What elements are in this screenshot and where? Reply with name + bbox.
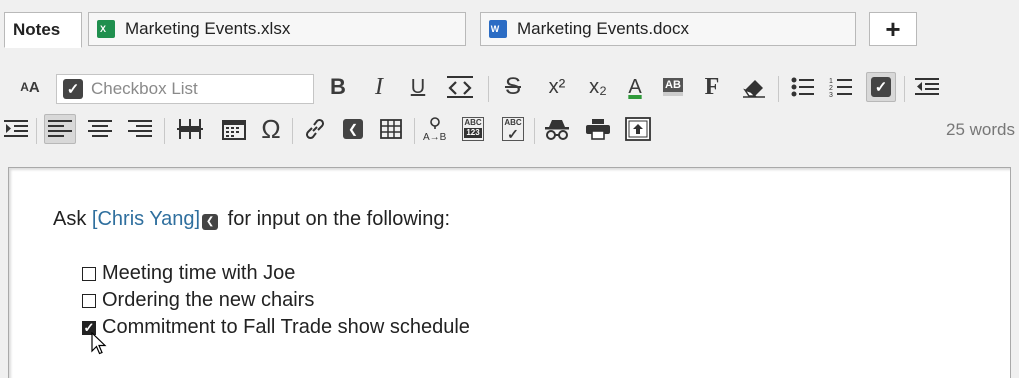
horizontal-rule-icon <box>177 119 203 139</box>
numbered-list-icon: 123 <box>829 78 852 98</box>
highlight-button[interactable]: AB <box>660 72 686 102</box>
italic-button[interactable]: I <box>366 72 392 102</box>
indent-button[interactable] <box>2 114 30 144</box>
toolbar-separator <box>488 76 489 102</box>
table-icon <box>380 119 402 139</box>
svg-text:1: 1 <box>829 78 833 85</box>
spell-check-icon: ABC ✓ <box>502 117 524 141</box>
superscript-button[interactable]: x² <box>542 72 572 102</box>
print-button[interactable] <box>582 114 614 144</box>
toolbar-separator <box>164 118 165 144</box>
svg-text:2: 2 <box>829 85 833 92</box>
tab-label: Marketing Events.docx <box>517 19 689 38</box>
underline-button[interactable]: U <box>406 72 430 102</box>
font-color-button[interactable]: A <box>622 72 648 102</box>
toolbar-separator <box>414 118 415 144</box>
export-button[interactable] <box>622 114 654 144</box>
checkbox-list-button[interactable]: ✓ <box>866 72 896 102</box>
align-center-icon <box>88 120 112 137</box>
tab-marketing-events-docx[interactable]: W Marketing Events.docx <box>480 12 856 46</box>
checklist-item-text: Ordering the new chairs <box>102 289 315 311</box>
checklist-item: Ordering the new chairs <box>82 289 314 312</box>
insert-mention-button[interactable]: ❮ <box>338 114 368 144</box>
spell-check-button[interactable]: ABC ✓ <box>498 114 528 144</box>
export-icon <box>625 117 651 141</box>
numbered-list-button[interactable]: 123 <box>826 72 856 102</box>
formatting-toolbar-row-1: AA ✓ Checkbox List B I U S x² x₂ A AB F … <box>0 72 1019 106</box>
insert-link-button[interactable] <box>300 114 330 144</box>
mention-menu-icon[interactable]: ❮ <box>202 214 219 230</box>
font-button[interactable]: F <box>700 72 724 102</box>
checkbox[interactable] <box>82 266 96 281</box>
hide-button[interactable] <box>540 114 574 144</box>
eraser-icon <box>743 80 765 98</box>
calendar-icon <box>222 120 246 140</box>
checkbox-list-icon: ✓ <box>871 77 891 97</box>
horizontal-rule-button[interactable] <box>174 114 206 144</box>
excel-icon: X <box>97 20 115 38</box>
insert-date-button[interactable] <box>218 114 250 144</box>
align-left-icon <box>48 120 72 137</box>
mention-link[interactable]: [Chris Yang] <box>92 208 200 230</box>
svg-text:3: 3 <box>829 92 833 98</box>
align-left-button[interactable] <box>44 114 76 144</box>
style-select-value: Checkbox List <box>91 79 198 98</box>
align-right-icon <box>128 120 152 137</box>
checklist-item: ✓ Commitment to Fall Trade show schedule <box>82 316 470 339</box>
tab-bar: Notes X Marketing Events.xlsx W Marketin… <box>0 0 1019 48</box>
printer-icon <box>586 119 610 140</box>
outdent-button[interactable] <box>912 72 942 102</box>
tab-label: Notes <box>13 20 61 39</box>
word-count-button[interactable]: ABC 123 <box>458 114 488 144</box>
subscript-button[interactable]: x₂ <box>584 72 612 102</box>
paragraph-text: Ask <box>53 208 92 230</box>
tab-label: Marketing Events.xlsx <box>125 19 291 38</box>
formatting-toolbar-row-2: Ω ❮ A→B ABC 123 ABC ✓ 25 words <box>0 114 1019 148</box>
word-count-label: 25 words <box>946 120 1015 139</box>
word-count-icon: ABC 123 <box>462 117 484 141</box>
bullet-list-button[interactable] <box>788 72 818 102</box>
strikethrough-button[interactable]: S <box>500 72 526 102</box>
toolbar-separator <box>292 118 293 144</box>
toolbar-separator <box>534 118 535 144</box>
toolbar-separator <box>36 118 37 144</box>
align-right-button[interactable] <box>124 114 156 144</box>
toolbar-separator <box>778 76 779 102</box>
special-characters-button[interactable]: Ω <box>256 114 286 144</box>
paragraph-style-select[interactable]: ✓ Checkbox List <box>56 74 314 104</box>
word-icon: W <box>489 20 507 38</box>
mention-icon: ❮ <box>343 119 363 139</box>
paragraph-text: for input on the following: <box>222 208 451 230</box>
checkbox-list-icon: ✓ <box>63 79 83 99</box>
link-icon <box>305 118 325 140</box>
toolbar-separator <box>904 76 905 102</box>
align-center-button[interactable] <box>84 114 116 144</box>
bold-button[interactable]: B <box>324 72 352 102</box>
mouse-pointer-icon <box>91 332 107 355</box>
checkbox[interactable] <box>82 293 96 308</box>
add-tab-button[interactable]: + <box>869 12 917 46</box>
clear-formatting-button[interactable] <box>740 72 768 102</box>
insert-table-button[interactable] <box>376 114 406 144</box>
font-color-icon: A <box>628 75 642 98</box>
bullet-list-icon <box>791 77 814 97</box>
font-size-button[interactable]: AA <box>18 72 42 102</box>
outdent-icon <box>915 78 939 95</box>
checklist-item-text: Meeting time with Joe <box>102 262 296 284</box>
code-icon <box>447 76 473 98</box>
highlight-icon: AB <box>663 78 683 96</box>
tab-marketing-events-xlsx[interactable]: X Marketing Events.xlsx <box>88 12 466 46</box>
code-button[interactable] <box>442 72 478 102</box>
indent-icon <box>4 120 28 137</box>
checklist-item-text: Commitment to Fall Trade show schedule <box>102 316 470 338</box>
tab-notes[interactable]: Notes <box>4 12 82 48</box>
checklist-item: Meeting time with Joe <box>82 262 295 285</box>
svg-text:A→B: A→B <box>423 132 447 142</box>
editor-paragraph: Ask [Chris Yang] ❮ for input on the follo… <box>53 208 450 231</box>
find-replace-button[interactable]: A→B <box>420 114 450 144</box>
find-replace-icon: A→B <box>423 117 447 142</box>
incognito-icon <box>545 120 569 140</box>
